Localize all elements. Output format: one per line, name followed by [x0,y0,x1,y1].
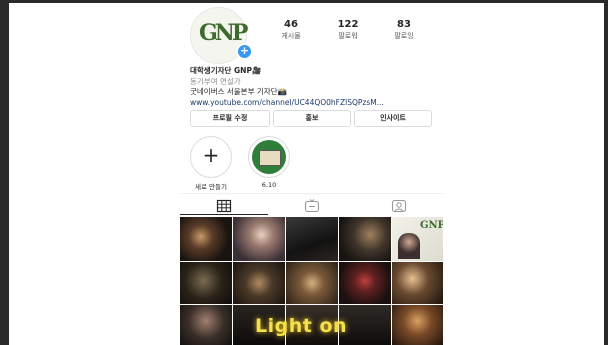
highlight-story[interactable]: 6.10 [246,136,292,189]
post-thumbnail[interactable] [180,262,232,304]
stat-posts[interactable]: 46 게시물 [266,19,316,42]
gnp-logo-text: GNP [199,20,248,46]
post-grid: GNP Light on [180,217,443,345]
post-thumbnail[interactable] [180,217,232,261]
highlight-new-label: 새로 만들기 [195,183,227,191]
stat-followers-label: 팔로워 [338,32,358,40]
profile-bio: 대학생기자단 GNP🎥 동기부여 연설가 굿네이버스 서울본부 기자단📸 www… [190,66,440,108]
promote-button[interactable]: 홍보 [273,110,351,127]
post-thumbnail[interactable] [233,217,285,261]
post-thumbnail[interactable] [180,305,232,345]
stat-following-label: 팔로잉 [394,32,414,40]
stat-posts-label: 게시물 [281,32,301,40]
profile-name: 대학생기자단 GNP🎥 [190,66,262,75]
tagged-icon[interactable] [391,198,407,214]
highlight-new-ring: + [190,136,232,178]
profile-screen: GNP + 46 게시물 122 팔로워 83 팔로잉 대학생기자단 GNP🎥 … [180,4,443,345]
highlight-thumbnail [252,140,286,174]
profile-link[interactable]: www.youtube.com/channel/UC44QO0hFZlSQPzs… [190,98,440,109]
profile-description: 굿네이버스 서울본부 기자단📸 [190,87,287,96]
post-thumbnail[interactable] [233,262,285,304]
plus-icon: + [202,143,220,167]
insights-button[interactable]: 인사이트 [354,110,432,127]
igtv-icon[interactable] [304,198,320,214]
light-on-text: Light on [255,315,348,337]
stat-following[interactable]: 83 팔로잉 [379,19,429,42]
post-thumbnail[interactable] [392,305,443,345]
add-story-icon[interactable]: + [236,43,253,60]
gnp-logo: GNP [199,20,248,46]
frame-border-top [0,0,608,3]
gnp-logo-mini: GNP [420,220,443,231]
frame-border-left [0,0,9,345]
highlight-new[interactable]: + 새로 만들기 [188,136,234,191]
post-thumbnail[interactable] [392,262,443,304]
highlight-story-label: 6.10 [261,181,277,189]
highlight-thumbnail-image [259,150,281,166]
post-thumbnail[interactable] [339,217,391,261]
post-thumbnail[interactable] [286,262,338,304]
post-thumbnail[interactable]: GNP [392,217,443,261]
profile-category: 동기부여 연설가 [190,76,241,86]
active-tab-indicator [180,214,268,215]
edit-profile-button[interactable]: 프로필 수정 [190,110,270,127]
stat-following-count: 83 [397,19,411,30]
highlight-story-ring [248,136,290,178]
stat-followers-count: 122 [337,19,359,30]
post-thumbnail[interactable] [339,262,391,304]
stat-posts-count: 46 [284,19,298,30]
light-on-banner: Light on [240,313,385,343]
grid-icon[interactable] [216,198,232,214]
screenshot-canvas: GNP + 46 게시물 122 팔로워 83 팔로잉 대학생기자단 GNP🎥 … [0,0,608,345]
stat-followers[interactable]: 122 팔로워 [323,19,373,42]
person-photo [398,233,420,259]
frame-border-right [604,0,608,345]
post-thumbnail[interactable] [286,217,338,261]
